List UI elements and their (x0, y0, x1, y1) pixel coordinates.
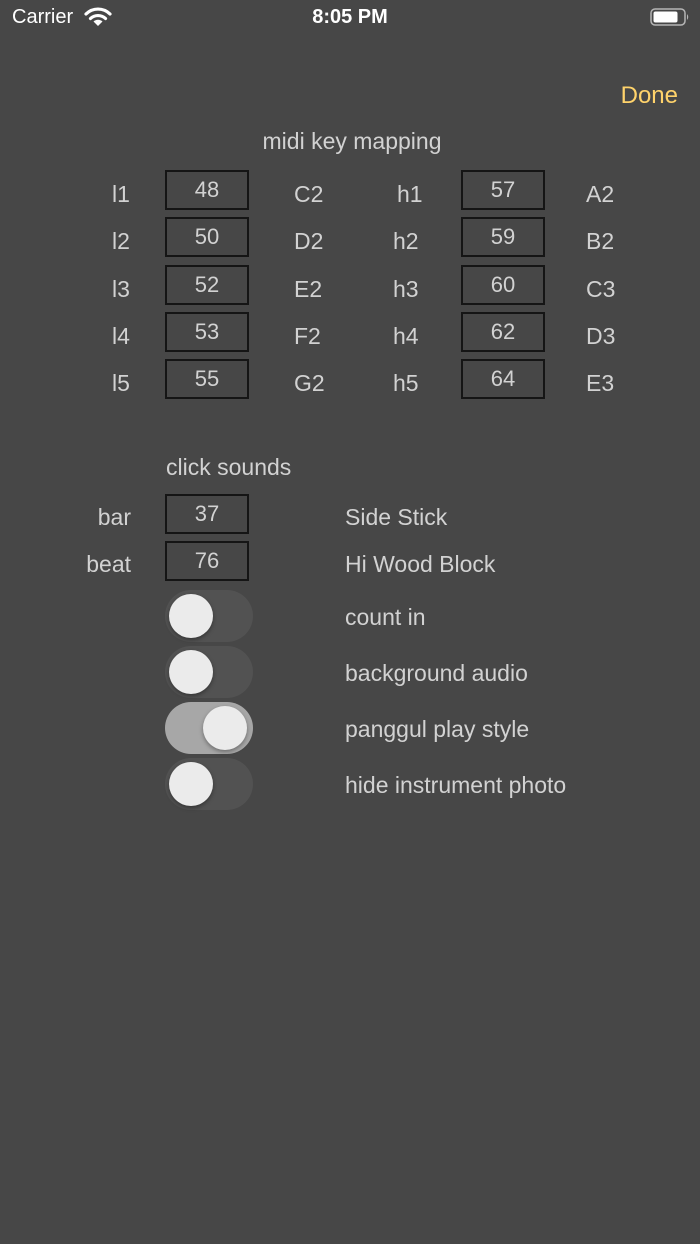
high-key-label-4: h4 (393, 323, 419, 349)
bar-sound-input[interactable]: 37 (165, 494, 249, 534)
high-key-note-5: E3 (586, 370, 615, 396)
low-key-input-5[interactable]: 55 (165, 359, 249, 399)
high-key-note-4: D3 (586, 323, 616, 349)
high-key-label-1: h1 (397, 181, 423, 207)
low-key-input-2[interactable]: 50 (165, 217, 249, 257)
count-in-label: count in (345, 604, 426, 630)
low-key-label-2: l2 (112, 228, 130, 254)
low-key-note-1: C2 (294, 181, 324, 207)
status-time: 8:05 PM (312, 6, 388, 28)
low-key-input-1[interactable]: 48 (165, 170, 249, 210)
low-key-note-4: F2 (294, 323, 321, 349)
panggul-play-style-toggle[interactable] (165, 702, 253, 754)
midi-mapping-title: midi key mapping (262, 128, 442, 154)
done-button[interactable]: Done (560, 82, 678, 110)
toggle-knob (169, 594, 213, 638)
high-key-note-3: C3 (586, 276, 616, 302)
high-key-note-2: B2 (586, 228, 615, 254)
high-key-note-1: A2 (586, 181, 615, 207)
high-key-input-4[interactable]: 62 (461, 312, 545, 352)
high-key-label-2: h2 (393, 228, 419, 254)
hide-instrument-photo-label: hide instrument photo (345, 772, 567, 798)
high-key-input-3[interactable]: 60 (461, 265, 545, 305)
count-in-toggle[interactable] (165, 590, 253, 642)
low-key-label-3: l3 (112, 276, 130, 302)
bar-label: bar (97, 504, 131, 530)
toggle-knob (203, 706, 247, 750)
low-key-note-5: G2 (294, 370, 325, 396)
high-key-input-5[interactable]: 64 (461, 359, 545, 399)
low-key-input-4[interactable]: 53 (165, 312, 249, 352)
low-key-label-4: l4 (112, 323, 130, 349)
low-key-note-3: E2 (294, 276, 323, 302)
low-key-label-5: l5 (112, 370, 130, 396)
background-audio-toggle[interactable] (165, 646, 253, 698)
bar-sound-name: Side Stick (345, 504, 448, 530)
panggul-play-style-label: panggul play style (345, 716, 530, 742)
beat-sound-name: Hi Wood Block (345, 551, 496, 577)
background-audio-label: background audio (345, 660, 528, 686)
low-key-input-3[interactable]: 52 (165, 265, 249, 305)
hide-instrument-photo-toggle[interactable] (165, 758, 253, 810)
high-key-label-3: h3 (393, 276, 419, 302)
toggle-knob (169, 650, 213, 694)
low-key-label-1: l1 (112, 181, 130, 207)
beat-label: beat (86, 551, 131, 577)
high-key-input-2[interactable]: 59 (461, 217, 545, 257)
click-sounds-title: click sounds (166, 454, 292, 480)
high-key-input-1[interactable]: 57 (461, 170, 545, 210)
battery-icon (650, 8, 689, 26)
low-key-note-2: D2 (294, 228, 324, 254)
high-key-label-5: h5 (393, 370, 419, 396)
toggle-knob (169, 762, 213, 806)
beat-sound-input[interactable]: 76 (165, 541, 249, 581)
